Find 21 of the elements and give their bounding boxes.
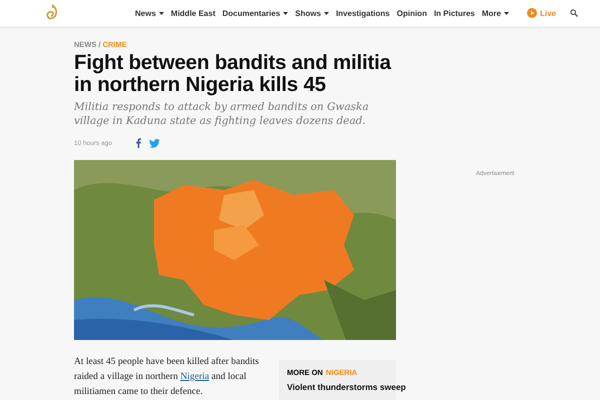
caret-icon [283,12,288,14]
nav-link[interactable]: Documentaries [222,8,288,18]
twitter-icon[interactable] [148,138,160,148]
article-summary: Militia responds to attack by armed bandits on Gwaska village in Kaduna state as fighting leaves dozens dead. [74,100,370,128]
caret-icon [324,12,329,14]
nav-link[interactable]: More [482,8,509,18]
nav-link[interactable]: In Pictures [434,8,475,18]
search-icon[interactable] [570,9,578,17]
nav-link[interactable]: Opinion [396,8,427,18]
nav-link[interactable]: Investigations [336,8,390,18]
nav-link[interactable]: News [135,8,164,18]
play-icon [526,8,537,18]
headline: Fight between bandits and militia in northern Nigeria kills 45 [74,52,392,96]
article-paragraph: At least 45 people have been killed after bandits raided a village in northern Nigeria and local militiamen came to their defence. [74,355,260,399]
caret-icon [158,12,164,14]
nigeria-link[interactable]: Nigeria [180,371,210,382]
related-article-link[interactable]: Violent thunderstorms sweep [287,382,406,392]
nav-link[interactable]: Middle East [170,8,216,18]
nav-link[interactable]: Shows [295,8,329,18]
facebook-icon[interactable] [136,138,141,148]
caret-icon [504,12,509,14]
